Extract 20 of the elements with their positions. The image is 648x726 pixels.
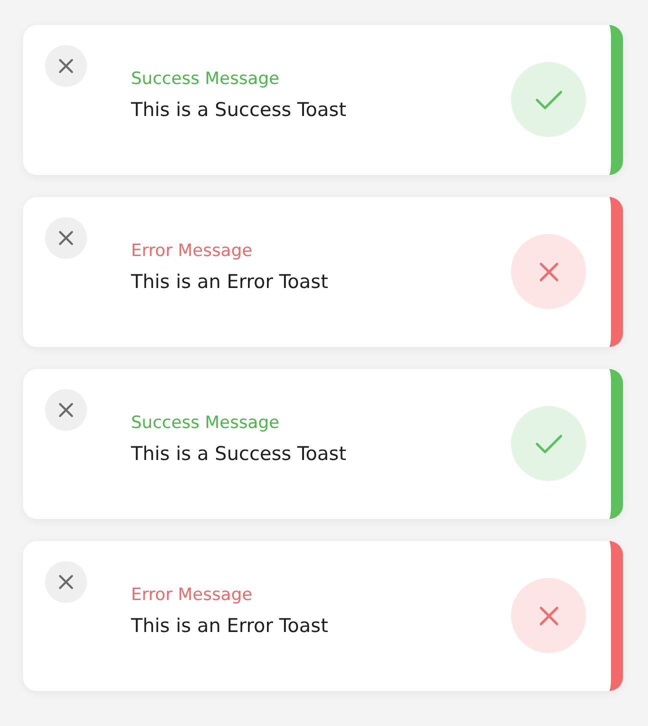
close-icon — [58, 574, 74, 590]
toast-message: This is an Error Toast — [131, 615, 330, 637]
close-button[interactable] — [45, 45, 87, 87]
toast-message: This is a Success Toast — [131, 443, 348, 465]
cross-icon — [538, 606, 558, 626]
cross-icon — [538, 262, 558, 282]
close-icon — [58, 58, 74, 74]
toast-message: This is an Error Toast — [131, 271, 330, 293]
close-icon — [58, 402, 74, 418]
check-icon — [534, 432, 562, 454]
close-button[interactable] — [45, 389, 87, 431]
toast-title: Error Message — [131, 585, 254, 605]
close-button[interactable] — [45, 561, 87, 603]
close-button[interactable] — [45, 217, 87, 259]
toast-title: Success Message — [131, 413, 280, 433]
check-icon — [534, 88, 562, 110]
toast-message: This is a Success Toast — [131, 99, 348, 121]
close-icon — [58, 230, 74, 246]
toast-title: Success Message — [131, 69, 280, 89]
toast-title: Error Message — [131, 241, 254, 261]
